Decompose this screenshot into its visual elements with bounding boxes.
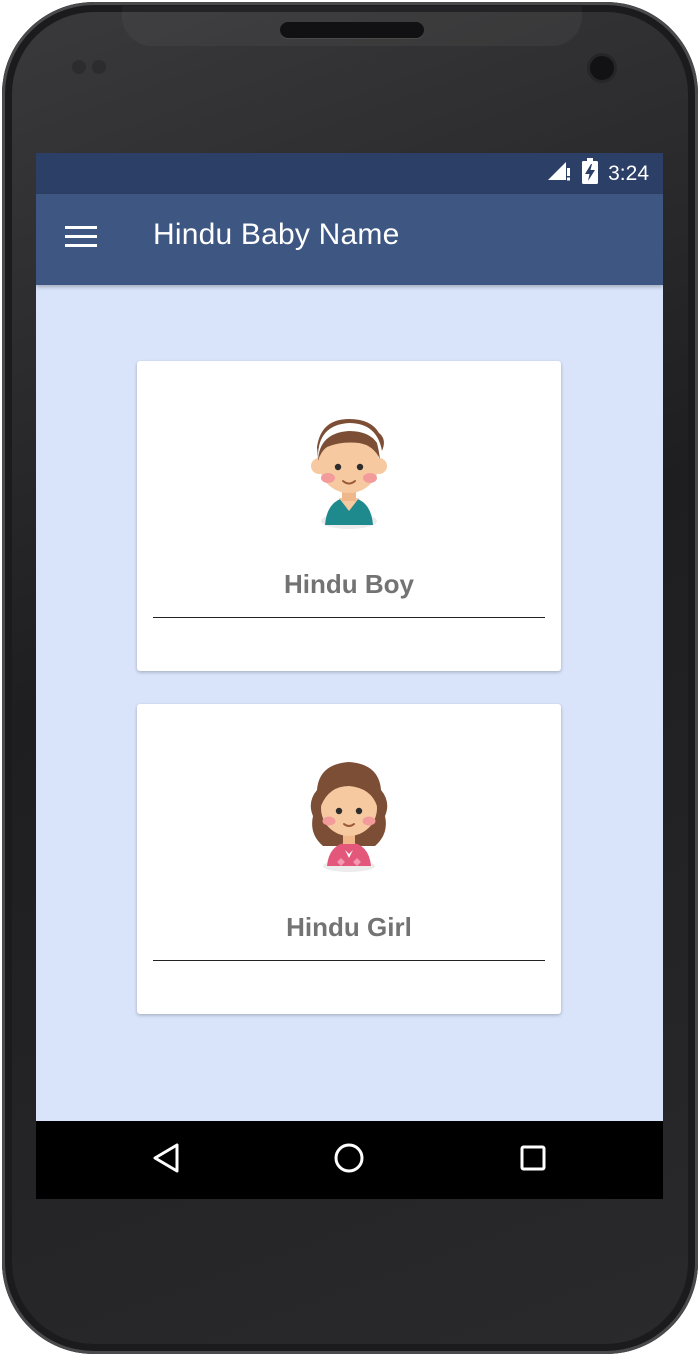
earpiece-speaker (280, 22, 424, 38)
status-clock: 3:24 (608, 161, 649, 185)
boy-avatar-icon (301, 411, 397, 531)
main-content: Hindu Boy Hindu Girl (36, 285, 663, 1121)
recents-square-icon (518, 1143, 548, 1178)
status-bar: 3:24 (36, 153, 663, 194)
back-triangle-icon (151, 1142, 181, 1179)
signal-no-data-icon (546, 160, 572, 187)
hindu-boy-label: Hindu Boy (284, 569, 414, 599)
hindu-boy-card[interactable]: Hindu Boy (137, 361, 561, 671)
hindu-boy-divider (153, 617, 545, 618)
proximity-sensors (72, 60, 112, 79)
menu-button[interactable] (56, 214, 106, 264)
hindu-girl-divider (153, 960, 545, 961)
girl-avatar-icon (301, 754, 397, 874)
hamburger-menu-icon (65, 225, 97, 253)
hindu-girl-card[interactable]: Hindu Girl (137, 704, 561, 1014)
home-button[interactable] (324, 1135, 374, 1185)
home-circle-icon (333, 1142, 365, 1179)
app-bar: Hindu Baby Name (36, 194, 663, 285)
battery-charging-icon (582, 158, 599, 189)
back-button[interactable] (141, 1135, 191, 1185)
status-icons: 3:24 (546, 153, 649, 194)
device-screen: 3:24 Hindu Baby Name Hindu Boy Hindu Gir… (36, 153, 663, 1199)
app-title: Hindu Baby Name (153, 218, 400, 251)
front-camera (590, 56, 614, 80)
navigation-bar (36, 1121, 663, 1199)
hindu-girl-label: Hindu Girl (286, 912, 412, 942)
recents-button[interactable] (508, 1135, 558, 1185)
